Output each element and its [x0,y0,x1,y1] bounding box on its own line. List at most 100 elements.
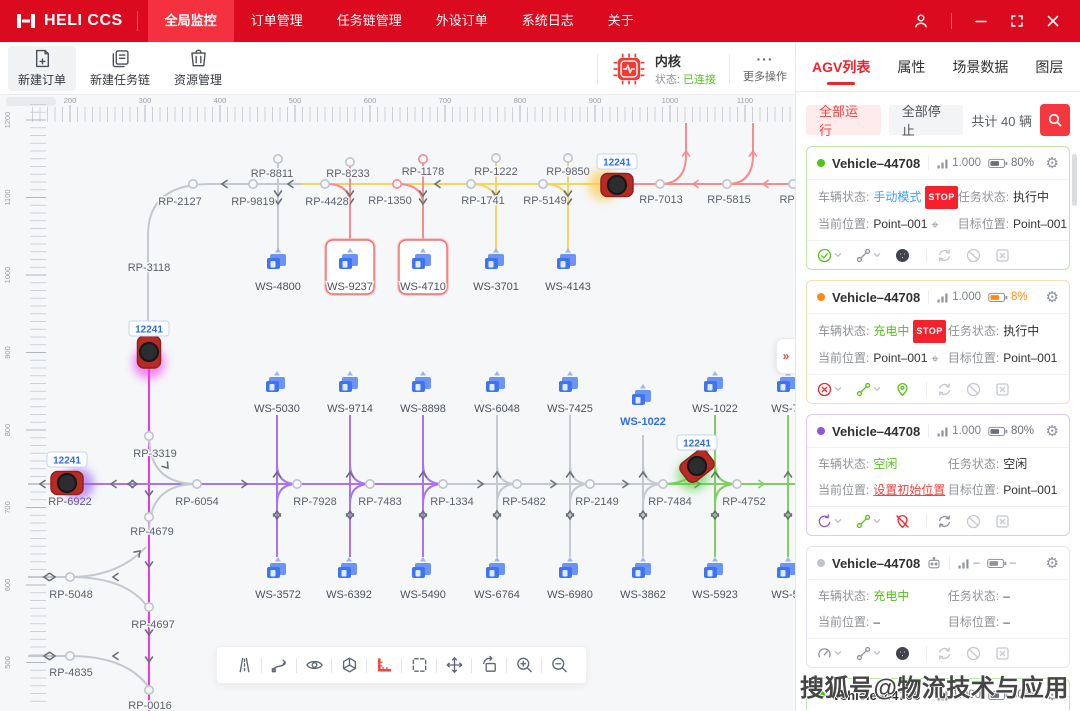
workstation-icon[interactable] [632,384,651,405]
route-node[interactable] [513,480,521,488]
map-canvas[interactable]: 2003004005006007008009001000110012001100… [0,95,795,711]
workstation-icon[interactable] [267,248,286,269]
route-node[interactable] [723,180,731,188]
route-node[interactable] [321,180,329,188]
workstation-icon[interactable] [777,557,795,578]
rotate-icon[interactable] [817,514,842,529]
vehicle-card[interactable]: Vehicle–44708 1.000 8% ⚙ 车辆状态:充电中 STOP 任… [806,280,1070,404]
route-node[interactable] [66,573,74,581]
pin-off-icon[interactable] [895,514,910,529]
link-icon[interactable] [856,646,881,661]
gear-icon[interactable]: ⚙ [1046,424,1059,439]
nav-item-任务链管理[interactable]: 任务链管理 [320,0,419,42]
route-node[interactable] [249,180,257,188]
close-square-icon[interactable] [995,646,1010,661]
route-node[interactable] [145,603,153,611]
route-node[interactable] [733,480,741,488]
vehicle-card[interactable]: Vehicle–44708 1.000 80% ⚙ 车辆状态:手动模式 STOP… [806,146,1070,270]
route-node[interactable] [145,432,153,440]
workstation-icon[interactable] [559,371,578,392]
workstation-icon[interactable] [557,248,576,269]
more-actions-button[interactable]: ··· 更多操作 [743,54,787,84]
locate-icon[interactable]: ⌖ [931,214,938,235]
ban-icon[interactable] [966,646,981,661]
maximize-icon[interactable] [1010,14,1024,28]
x-circle-icon[interactable] [817,382,842,397]
tab-场景数据[interactable]: 场景数据 [952,42,1008,92]
close-square-icon[interactable] [995,382,1010,397]
select-box-icon[interactable] [402,646,436,684]
route-node[interactable] [656,180,664,188]
workstation-icon[interactable] [777,371,795,392]
route-node[interactable] [439,480,447,488]
pin-icon[interactable] [895,382,910,397]
route-node[interactable] [346,158,354,166]
refresh-icon[interactable] [937,248,952,263]
minimize-icon[interactable] [974,14,988,28]
vehicle-card[interactable]: Vehicle–44708 1.000 80% ⚙ 车辆状态:空闲 任务状态:空… [806,678,1070,710]
link-icon[interactable] [856,514,881,529]
panel-collapse-button[interactable]: » [776,338,795,374]
ban-icon[interactable] [966,514,981,529]
route-node[interactable] [366,480,374,488]
corner-ruler-icon[interactable] [367,646,401,684]
workstation-icon[interactable] [632,557,651,578]
route-node[interactable] [293,480,301,488]
ban-icon[interactable] [966,382,981,397]
nav-item-系统日志[interactable]: 系统日志 [505,0,591,42]
link-icon[interactable] [856,382,881,397]
scene-map[interactable]: 2003004005006007008009001000110012001100… [0,95,795,711]
tab-图层[interactable]: 图层 [1035,42,1063,92]
link-icon[interactable] [856,248,881,263]
agv-vehicle[interactable]: 12241 [677,435,717,491]
route-node[interactable] [419,155,427,163]
refresh-icon[interactable] [937,514,952,529]
route-node[interactable] [586,480,594,488]
toolbar-button-新建订单[interactable]: 新建订单 [8,46,76,91]
route-node[interactable] [274,155,282,163]
workstation-icon[interactable] [704,557,723,578]
tab-AGV列表[interactable]: AGV列表 [812,42,870,92]
route-icon[interactable] [262,646,296,684]
cube-icon[interactable] [332,646,366,684]
toolbar-button-资源管理[interactable]: 资源管理 [164,46,232,91]
workstation-icon[interactable] [559,557,578,578]
gear-icon[interactable]: ⚙ [1046,688,1059,703]
route-node[interactable] [145,513,153,521]
close-square-icon[interactable] [995,514,1010,529]
ban-icon[interactable] [966,248,981,263]
agv-vehicle[interactable]: 12241 [588,154,637,201]
nav-item-全局监控[interactable]: 全局监控 [148,0,234,42]
toolbar-button-新建任务链[interactable]: 新建任务链 [86,46,154,91]
gear-icon[interactable]: ⚙ [1046,156,1059,171]
agv-vehicle[interactable]: 12241 [47,452,94,500]
workstation-icon[interactable] [704,371,723,392]
lanes-icon[interactable] [227,646,261,684]
route-node[interactable] [539,180,547,188]
workstation-icon[interactable] [485,248,504,269]
vehicle-card[interactable]: Vehicle–44708 – – ⚙ 车辆状态:充电中 任务状态:– 当前位置… [806,546,1070,668]
route-node[interactable] [66,652,74,660]
gauge-icon[interactable] [817,646,842,661]
locate-icon[interactable]: ⌖ [931,348,938,369]
pan-icon[interactable] [437,646,471,684]
workstation-icon[interactable] [338,557,357,578]
agv-vehicle[interactable]: 12241 [129,321,169,379]
route-node[interactable] [564,154,572,162]
tab-属性[interactable]: 属性 [897,42,925,92]
close-square-icon[interactable] [995,248,1010,263]
disc-icon[interactable] [895,248,910,263]
workstation-icon[interactable] [339,371,358,392]
rotate-icon[interactable] [472,646,506,684]
vehicle-card[interactable]: Vehicle–44708 1.000 80% ⚙ 车辆状态:空闲 任务状态:空… [806,414,1070,536]
zoom-in-icon[interactable] [507,646,541,684]
disc-icon[interactable] [895,646,910,661]
workstation-icon[interactable] [486,557,505,578]
workstation-icon[interactable] [267,557,286,578]
route-node[interactable] [189,180,197,188]
route-node[interactable] [145,686,153,694]
route-node[interactable] [467,180,475,188]
nav-item-订单管理[interactable]: 订单管理 [234,0,320,42]
search-button[interactable] [1040,104,1070,136]
workstation-icon[interactable] [412,557,431,578]
